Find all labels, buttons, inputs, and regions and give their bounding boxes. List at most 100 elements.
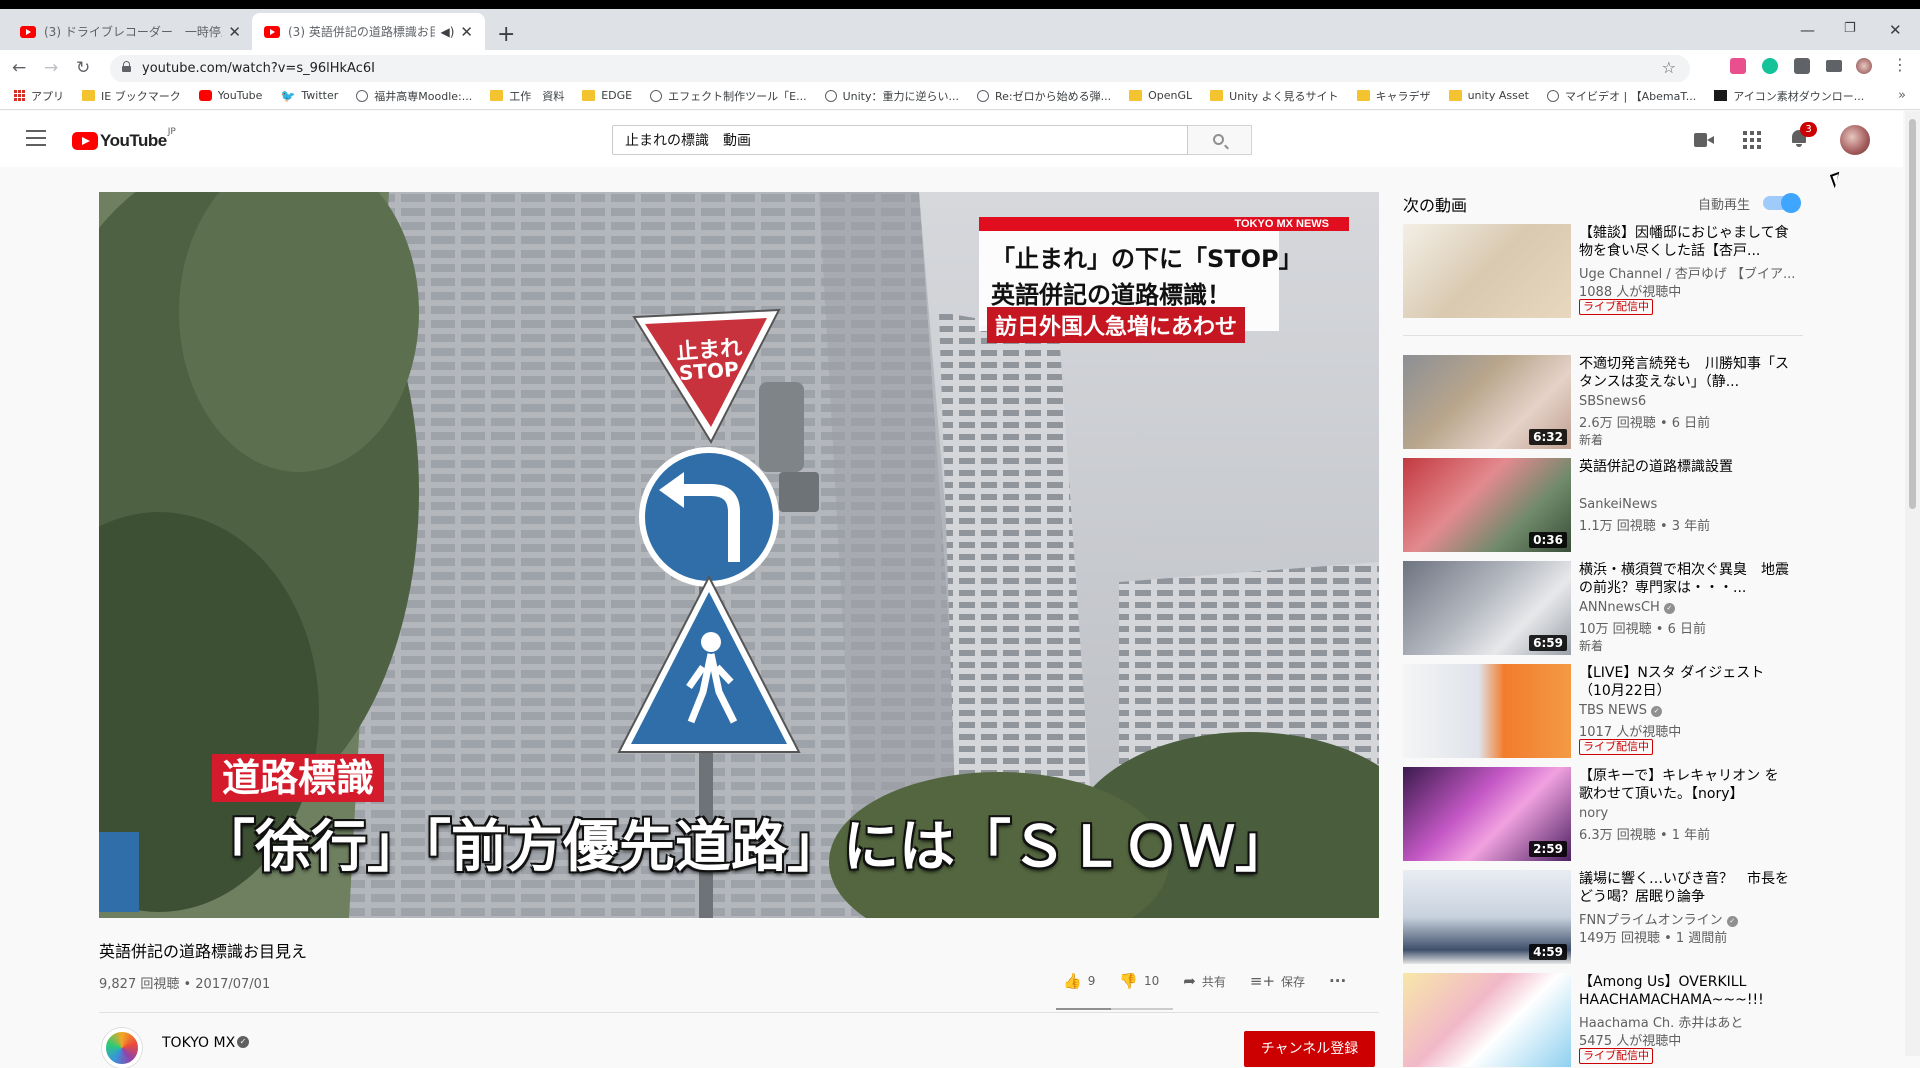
search-input[interactable] <box>613 126 1187 154</box>
bookmark-unity-gravity[interactable]: Unity：重力に逆らい... <box>824 88 959 104</box>
channel-label: TBS NEWS <box>1579 703 1648 718</box>
video-thumbnail[interactable]: 6:32 <box>1403 355 1571 449</box>
recommendation-item[interactable]: 【Among Us】OVERKILL HAACHAMACHAMA~~~!!!【.… <box>1403 973 1803 1067</box>
like-button[interactable]: 👍 9 <box>1063 972 1095 990</box>
close-window-icon[interactable]: ✕ <box>1889 21 1902 39</box>
bookmark-folder[interactable]: EDGE <box>582 89 632 102</box>
search-box[interactable] <box>612 125 1188 155</box>
recommendation-title[interactable]: 英語併記の道路標識設置 <box>1579 458 1789 476</box>
page-scrollbar[interactable] <box>1905 111 1920 1056</box>
folder-icon <box>582 90 596 101</box>
profile-avatar-icon[interactable] <box>1856 58 1872 74</box>
close-tab-icon[interactable]: ✕ <box>228 23 241 41</box>
bookmark-apps[interactable]: アプリ <box>14 88 64 104</box>
browser-tab-1[interactable]: (3) ドライブレコーダー 一時停止標識 ✕ <box>8 13 253 50</box>
info-divider <box>99 1012 1379 1013</box>
recommendation-title[interactable]: 【雑談】因幡邸におじゃまして食物を食い尽くした話【杏戸... <box>1579 224 1789 260</box>
video-thumbnail[interactable]: 4:59 <box>1403 870 1571 964</box>
recommendation-channel[interactable]: Uge Channel / 杏戸ゆげ 【ブイア... <box>1579 263 1794 282</box>
channel-label: Haachama Ch. 赤井はあと <box>1579 1016 1744 1031</box>
bookmark-folder[interactable]: unity Asset <box>1448 89 1529 102</box>
media-control-icon[interactable] <box>1826 60 1842 72</box>
bookmark-folder[interactable]: Unity よく見るサイト <box>1210 88 1339 104</box>
bookmark-folder[interactable]: 工作 資料 <box>490 88 564 104</box>
video-thumbnail[interactable] <box>1403 224 1571 318</box>
video-thumbnail[interactable] <box>1403 664 1571 758</box>
more-bookmarks-icon[interactable]: » <box>1898 88 1906 103</box>
recommendation-item[interactable]: 【LIVE】Nスタ ダイジェスト（10月22日） TBS NEWS ✓ 1017 人が… <box>1403 664 1803 758</box>
hamburger-menu-icon[interactable] <box>26 130 46 146</box>
video-thumbnail[interactable]: 0:36 <box>1403 458 1571 552</box>
subscribe-button[interactable]: チャンネル登録 <box>1244 1031 1375 1067</box>
address-bar[interactable]: youtube.com/watch?v=s_96lHkAc6I ☆ <box>110 55 1690 83</box>
bookmark-folder[interactable]: OpenGL <box>1129 89 1192 102</box>
recommendation-channel[interactable]: ANNnewsCH ✓ <box>1579 600 1794 615</box>
extension-icon[interactable] <box>1730 58 1746 74</box>
recommendation-channel[interactable]: Haachama Ch. 赤井はあと <box>1579 1012 1794 1031</box>
recommendation-title[interactable]: 【原キーで】キレキャリオン を歌わせて頂いた。【nory】 <box>1579 767 1789 803</box>
recommendation-channel[interactable]: TBS NEWS ✓ <box>1579 703 1794 718</box>
grammarly-icon[interactable] <box>1762 58 1778 74</box>
extensions-puzzle-icon[interactable] <box>1794 58 1810 74</box>
apps-icon[interactable] <box>1743 131 1761 149</box>
dislike-button[interactable]: 👎 10 <box>1119 972 1159 990</box>
recommendation-title[interactable]: 横浜・横須賀で相次ぐ異臭 地震の前兆？専門家は・・・... <box>1579 561 1789 597</box>
video-thumbnail[interactable]: 6:59 <box>1403 561 1571 655</box>
bookmark-moodle[interactable]: 福井高専Moodle:... <box>356 88 472 104</box>
youtube-favicon-icon <box>20 25 36 38</box>
close-tab-icon[interactable]: ✕ <box>460 23 473 41</box>
autoplay-toggle[interactable] <box>1763 193 1801 213</box>
url-text[interactable]: youtube.com/watch?v=s_96lHkAc6I <box>142 61 375 76</box>
create-video-icon[interactable] <box>1694 133 1714 147</box>
recommendation-item[interactable]: 6:59 横浜・横須賀で相次ぐ異臭 地震の前兆？専門家は・・・... ANNnews… <box>1403 561 1803 655</box>
video-player[interactable]: 止まれ STOP TOKYO MX NEWS 「止まれ」の下に「STOP」 英語… <box>99 192 1379 918</box>
minimize-icon[interactable]: — <box>1800 21 1815 39</box>
browser-tab-2[interactable]: (3) 英語併記の道路標識お目見 ◀) ✕ <box>252 13 485 50</box>
bookmark-effect-tool[interactable]: エフェクト制作ツール「E... <box>650 88 807 104</box>
save-button[interactable]: ≡+ 保存 <box>1250 972 1305 990</box>
channel-avatar[interactable] <box>102 1028 142 1068</box>
bookmark-label: キャラデザ <box>1375 89 1431 103</box>
reload-icon[interactable]: ↻ <box>76 58 90 78</box>
thumbs-up-icon: 👍 <box>1063 972 1082 990</box>
bookmark-star-icon[interactable]: ☆ <box>1662 58 1676 77</box>
scrollbar-thumb[interactable] <box>1909 119 1916 509</box>
recommendation-title[interactable]: 議場に響く…いびき音？ 市長をどう喝？居眠り論争 <box>1579 870 1789 906</box>
search-button[interactable] <box>1188 125 1252 155</box>
back-icon[interactable]: ← <box>12 58 26 78</box>
recommendation-channel[interactable]: SBSnews6 <box>1579 394 1794 409</box>
recommendation-item[interactable]: 4:59 議場に響く…いびき音？ 市長をどう喝？居眠り論争 FNNプライムオンライン… <box>1403 870 1803 964</box>
recommendation-title[interactable]: 【LIVE】Nスタ ダイジェスト（10月22日） <box>1579 664 1789 700</box>
account-avatar[interactable] <box>1840 125 1870 155</box>
youtube-logo[interactable]: YouTube JP <box>72 127 176 151</box>
bookmark-abema[interactable]: マイビデオ | 【AbemaT... <box>1546 88 1696 104</box>
bookmark-label: unity Asset <box>1467 89 1529 102</box>
recommendation-channel[interactable]: FNNプライムオンライン ✓ <box>1579 909 1794 928</box>
bookmark-icon-download[interactable]: アイコン素材ダウンロー... <box>1714 88 1864 104</box>
recommendation-title[interactable]: 【Among Us】OVERKILL HAACHAMACHAMA~~~!!!【.… <box>1579 973 1789 1009</box>
recommendation-channel[interactable]: nory <box>1579 806 1794 821</box>
video-thumbnail[interactable]: 2:59 <box>1403 767 1571 861</box>
bookmark-folder[interactable]: IE ブックマーク <box>82 88 181 104</box>
duration-badge: 6:32 <box>1529 429 1567 445</box>
share-button[interactable]: ➦ 共有 <box>1183 972 1226 990</box>
recommendation-title[interactable]: 不適切発言続発も 川勝知事「スタンスは変えない」（静... <box>1579 355 1789 391</box>
restore-icon[interactable]: ❐ <box>1844 21 1856 36</box>
recommendation-channel[interactable]: SankeiNews <box>1579 497 1794 512</box>
recommendation-item[interactable]: 【雑談】因幡邸におじゃまして食物を食い尽くした話【杏戸... Uge Channe… <box>1403 224 1803 318</box>
bookmark-rezero[interactable]: Re:ゼロから始める弾... <box>976 88 1111 104</box>
more-actions-button[interactable]: ··· <box>1329 972 1352 990</box>
more-horizontal-icon: ··· <box>1329 972 1347 990</box>
new-tab-icon[interactable]: + <box>497 22 515 47</box>
audio-playing-icon[interactable]: ◀) <box>441 25 455 39</box>
recommendation-item[interactable]: 6:32 不適切発言続発も 川勝知事「スタンスは変えない」（静... SBSnews… <box>1403 355 1803 449</box>
recommendation-item[interactable]: 0:36 英語併記の道路標識設置 SankeiNews 1.1万 回視聴 • 3 年前 <box>1403 458 1803 552</box>
bookmark-folder[interactable]: キャラデザ <box>1356 88 1431 104</box>
bookmark-youtube[interactable]: YouTube <box>198 89 262 102</box>
forward-icon[interactable]: → <box>44 58 58 78</box>
browser-menu-icon[interactable]: ⋮ <box>1892 55 1908 74</box>
video-thumbnail[interactable] <box>1403 973 1571 1067</box>
channel-name[interactable]: TOKYO MX <box>162 1035 235 1051</box>
bookmark-twitter[interactable]: 🐦 Twitter <box>280 89 338 103</box>
recommendation-item[interactable]: 2:59 【原キーで】キレキャリオン を歌わせて頂いた。【nory】 nory 6.3… <box>1403 767 1803 861</box>
